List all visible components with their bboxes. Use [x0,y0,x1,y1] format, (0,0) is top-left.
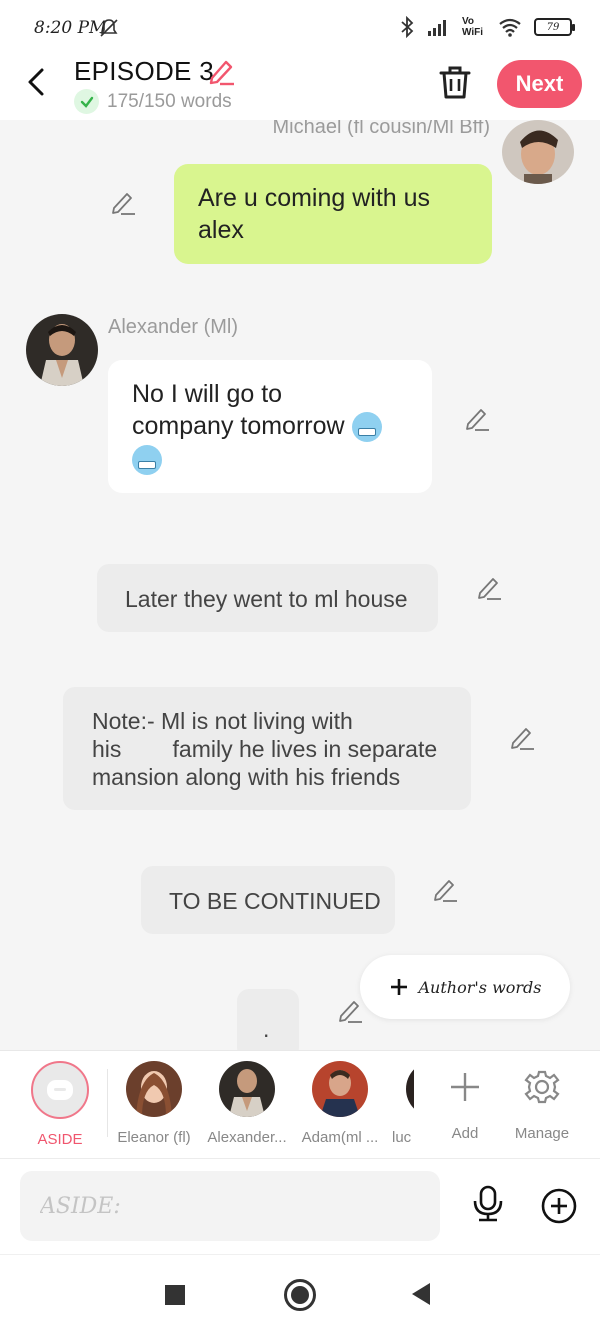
status-time: 8:20 PM [34,18,107,38]
trash-icon[interactable] [438,64,472,100]
aside-icon [31,1061,89,1119]
avatar [406,1061,414,1117]
edit-message-icon[interactable] [476,574,502,600]
edit-title-icon[interactable] [206,56,236,86]
aside-input[interactable] [20,1171,440,1241]
notification-off-icon [100,19,118,37]
status-bar: 8:20 PM Vo WiFi 79 [0,0,600,56]
wifi-icon [499,18,521,37]
manage-characters-button[interactable]: Manage [500,1061,584,1142]
back-arrow-icon[interactable] [24,66,52,98]
avatar [126,1061,182,1117]
next-button[interactable]: Next [497,60,582,108]
edit-message-icon[interactable] [464,405,490,431]
microphone-icon[interactable] [470,1185,506,1223]
status-icons: Vo WiFi 79 [400,16,575,38]
word-count: 175/150 words [74,89,232,114]
authors-words-label: Author's words [418,977,542,997]
recents-button[interactable] [165,1285,185,1305]
signal-icon [428,20,446,36]
character-eleanor[interactable]: Eleanor (fl) [112,1061,196,1146]
edit-message-icon[interactable] [337,997,363,1023]
back-button[interactable] [412,1283,430,1305]
character-luc[interactable]: luc [392,1061,414,1146]
avatar [219,1061,275,1117]
cold-face-emoji-icon [132,444,162,475]
message-bubble[interactable]: No I will go to company tomorrow [108,360,432,493]
avatar[interactable] [26,314,98,386]
divider [107,1069,108,1137]
character-bar: ASIDE Eleanor (fl) Alexander... Adam(ml … [0,1050,600,1158]
cold-face-emoji-icon [351,412,382,443]
aside-message[interactable]: . [237,989,299,1050]
edit-message-icon[interactable] [432,876,458,902]
character-adam[interactable]: Adam(ml ... [298,1061,382,1146]
message-bubble[interactable]: Are u coming with us alex [174,164,492,264]
character-aside[interactable]: ASIDE [18,1061,102,1148]
bluetooth-icon [401,16,414,38]
add-character-button[interactable]: Add [423,1061,507,1142]
edit-message-icon[interactable] [509,724,535,750]
authors-words-button[interactable]: Author's words [360,955,570,1019]
avatar [312,1061,368,1117]
plus-icon [451,1073,479,1101]
chat-area[interactable]: Michael (fl cousin/Ml Bff) Are u coming … [0,120,600,1050]
plus-icon [390,979,407,995]
system-nav-bar [0,1254,600,1333]
speaker-name: Michael (fl cousin/Ml Bff) [272,120,490,138]
check-icon [74,89,99,114]
episode-title: EPISODE 3 [74,56,214,86]
word-count-text: 175/150 words [107,90,232,112]
add-circle-icon[interactable] [540,1187,578,1225]
aside-message[interactable]: Later they went to ml house [97,564,438,632]
input-row [0,1158,600,1254]
edit-message-icon[interactable] [110,189,136,215]
character-alexander[interactable]: Alexander... [205,1061,289,1146]
episode-header: EPISODE 3 175/150 words Next [0,56,600,120]
battery-icon: 79 [534,18,575,36]
aside-message[interactable]: Note:- Ml is not living with his family … [63,687,471,810]
aside-message[interactable]: TO BE CONTINUED [141,866,395,934]
volte-label: Vo WiFi [462,16,484,38]
avatar[interactable] [502,120,574,184]
gear-icon [524,1070,560,1104]
home-button[interactable] [284,1279,316,1311]
speaker-name: Alexander (Ml) [108,316,239,338]
